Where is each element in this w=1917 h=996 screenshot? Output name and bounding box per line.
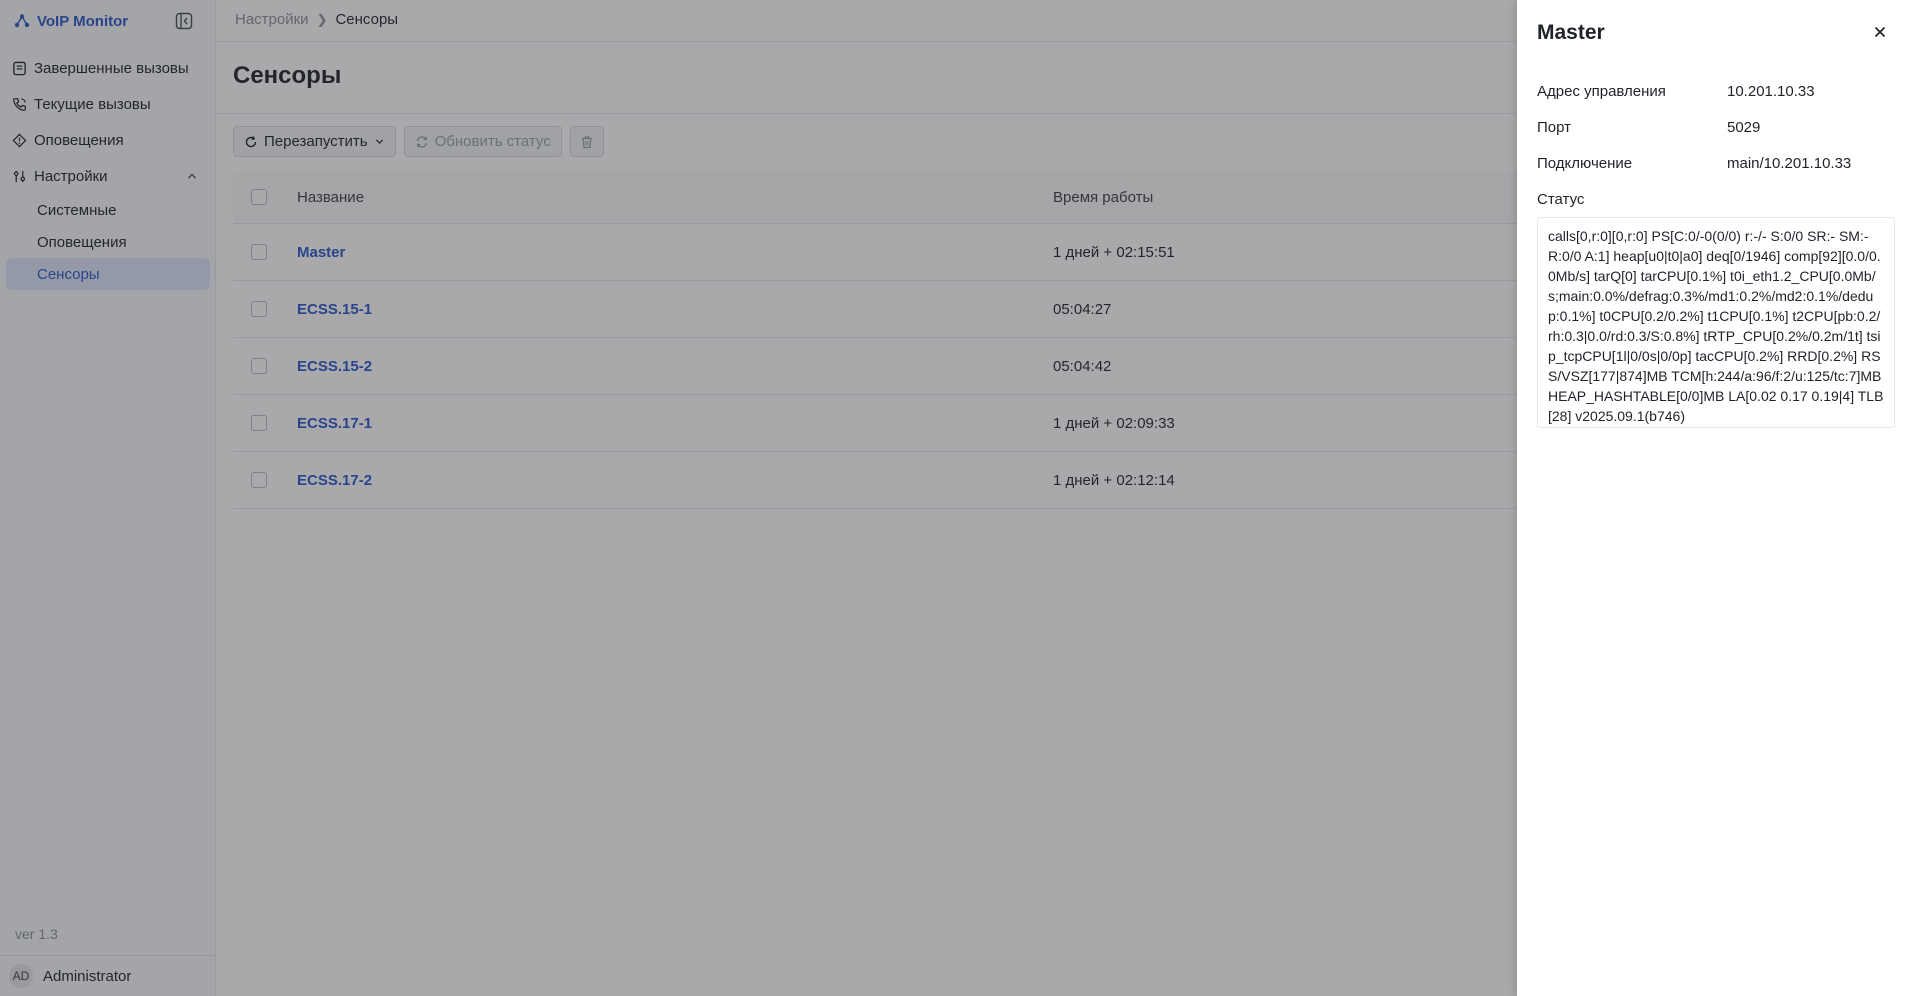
close-icon[interactable]	[1871, 23, 1889, 41]
drawer-title: Master	[1537, 21, 1605, 44]
connection-label: Подключение	[1537, 155, 1633, 172]
port-value: 5029	[1727, 119, 1761, 136]
app-root: VoIP Monitor Завершенные вызовы Текущие …	[0, 0, 1917, 996]
connection-value: main/10.201.10.33	[1727, 155, 1852, 172]
sensor-details-drawer: Master Адрес управления 10.201.10.33 Пор…	[1517, 0, 1917, 996]
port-label: Порт	[1537, 119, 1572, 136]
status-text-box: calls[0,r:0][0,r:0] PS[C:0/-0(0/0) r:-/-…	[1537, 217, 1895, 428]
status-label: Статус	[1537, 191, 1585, 208]
drawer-backdrop[interactable]	[0, 0, 1517, 996]
address-label: Адрес управления	[1537, 83, 1666, 100]
address-value: 10.201.10.33	[1727, 83, 1815, 100]
